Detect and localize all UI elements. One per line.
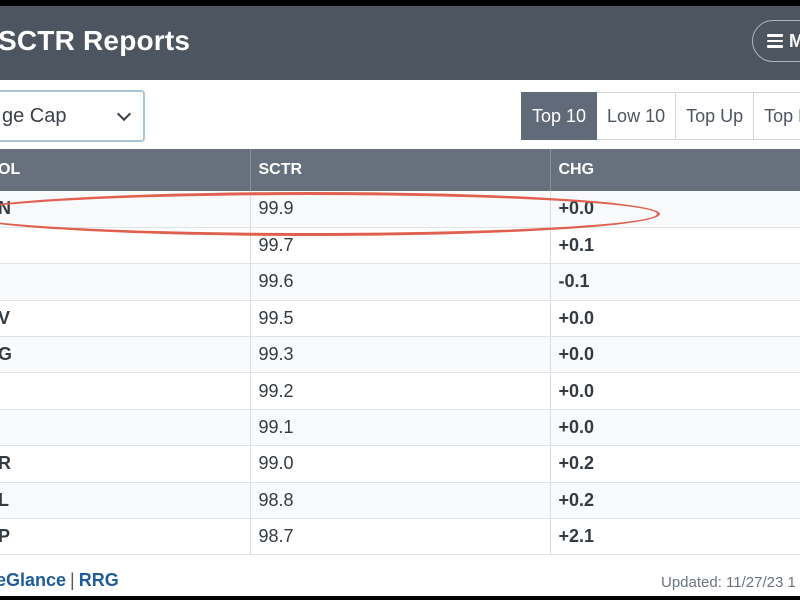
symbol-cell[interactable]: V [0,300,251,338]
sctr-cell: 98.8 [250,482,551,520]
universe-select[interactable]: ge Cap [0,90,145,142]
table-row[interactable]: N 99.9 +0.0 [0,191,800,228]
symbol-cell[interactable]: N [0,191,251,228]
chg-cell: -0.1 [550,263,800,301]
tab-top-10[interactable]: Top 10 [521,92,598,140]
chg-cell: +0.0 [550,409,800,447]
footer-links: eGlance | RRG [0,570,119,591]
column-header-symbol[interactable]: OL [0,149,251,191]
table-row[interactable]: P 98.7 +2.1 [0,518,800,556]
sctr-cell: 99.6 [250,263,551,301]
table-row[interactable]: R 99.0 +0.2 [0,445,800,483]
chg-cell: +0.0 [550,336,800,374]
chg-cell: +0.0 [550,300,800,338]
menu-button[interactable]: M [752,20,800,62]
updated-timestamp: Updated: 11/27/23 1 [661,574,796,591]
tab-top-up[interactable]: Top Up [676,92,755,140]
menu-button-label: M [789,30,800,51]
chg-cell: +0.0 [550,191,800,228]
table-row[interactable]: L 98.8 +0.2 [0,482,800,520]
sctr-cell: 98.7 [250,518,551,556]
sctr-cell: 99.3 [250,336,551,374]
chg-cell: +0.0 [550,372,800,410]
column-header-sctr[interactable]: SCTR [250,149,551,191]
table-row[interactable]: 99.1 +0.0 [0,409,800,447]
chevron-down-icon [116,106,132,121]
footer-separator: | [70,570,75,590]
table-row[interactable]: 99.6 -0.1 [0,263,800,301]
symbol-cell[interactable] [0,372,251,410]
footer: eGlance | RRG Updated: 11/27/23 1 [0,564,800,596]
symbol-cell[interactable] [0,409,251,447]
chg-cell: +2.1 [550,518,800,556]
symbol-cell[interactable]: L [0,482,251,520]
sctr-cell: 99.9 [250,191,551,228]
chg-cell: +0.1 [550,227,800,265]
column-header-chg[interactable]: CHG [550,149,800,191]
hamburger-icon [767,34,783,48]
symbol-cell[interactable]: R [0,445,251,483]
symbol-cell[interactable] [0,263,251,301]
symbol-cell[interactable]: P [0,518,251,556]
universe-select-value: ge Cap [2,104,67,127]
chg-cell: +0.2 [550,482,800,520]
chg-cell: +0.2 [550,445,800,483]
symbol-cell[interactable]: G [0,336,251,374]
page-title: SCTR Reports [0,25,191,56]
sctr-cell: 99.7 [250,227,551,265]
app-frame: SCTR Reports M ge Cap Top 10 Low 10 Top … [0,6,800,596]
symbol-cell[interactable] [0,227,251,265]
table-row[interactable]: G 99.3 +0.0 [0,336,800,374]
table-row[interactable]: 99.7 +0.1 [0,227,800,265]
sctr-cell: 99.1 [250,409,551,447]
ranking-tabs: Top 10 Low 10 Top Up Top D [521,92,800,140]
sctr-cell: 99.2 [250,372,551,410]
toolbar: ge Cap Top 10 Low 10 Top Up Top D [0,80,800,152]
tab-low-10[interactable]: Low 10 [597,92,677,140]
sctr-cell: 99.0 [250,445,551,483]
table-header-row: OL SCTR CHG [0,149,800,191]
tab-top-down[interactable]: Top D [754,92,800,140]
app-header: SCTR Reports M [0,6,800,80]
table-row[interactable]: V 99.5 +0.0 [0,300,800,338]
table-row[interactable]: 99.2 +0.0 [0,372,800,410]
sctr-table: OL SCTR CHG N 99.9 +0.0 99.7 +0.1 99.6 -0.1 V 99… [0,149,800,556]
footer-link-rrg[interactable]: RRG [79,570,119,590]
footer-link-glance[interactable]: eGlance [0,570,66,590]
sctr-cell: 99.5 [250,300,551,338]
